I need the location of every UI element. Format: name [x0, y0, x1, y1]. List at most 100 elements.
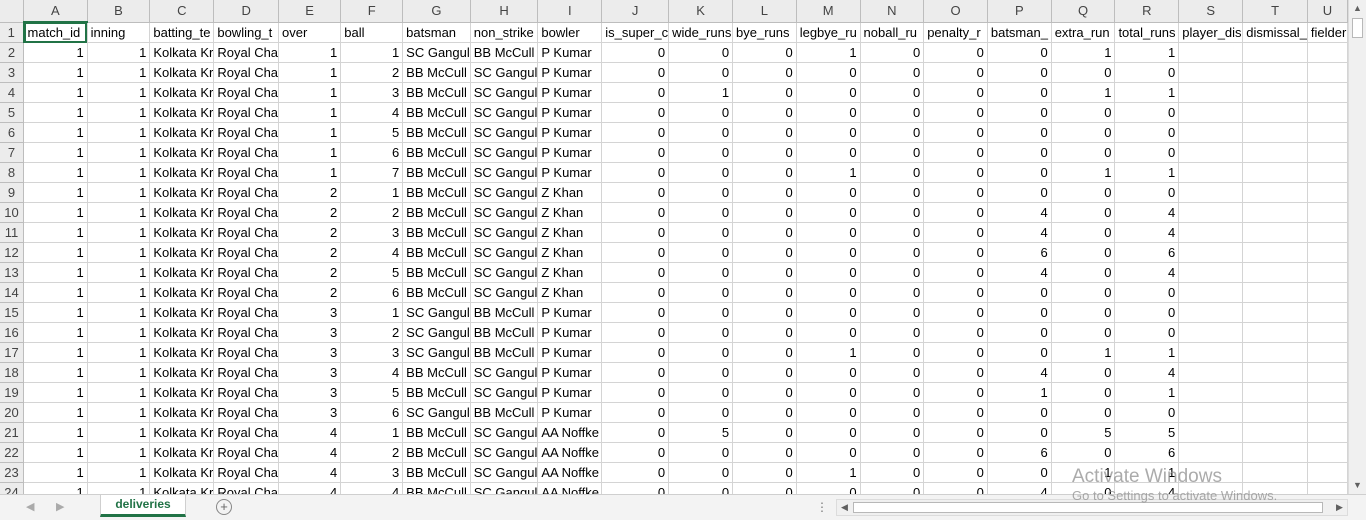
cell[interactable]	[1178, 382, 1244, 403]
cell[interactable]	[1307, 102, 1348, 123]
cell[interactable]: 0	[732, 142, 797, 163]
row-header[interactable]: 2	[0, 42, 25, 63]
cell[interactable]: 0	[860, 402, 925, 423]
cell[interactable]	[1307, 462, 1348, 483]
cell[interactable]: 3	[340, 342, 404, 363]
cell[interactable]: 0	[796, 422, 861, 443]
cell[interactable]: 1	[23, 382, 88, 403]
cell[interactable]: 1	[23, 362, 88, 383]
cell[interactable]	[1242, 162, 1308, 183]
cell[interactable]: BB McCull	[402, 102, 471, 123]
cell[interactable]: 1	[1114, 162, 1180, 183]
cell[interactable]	[1178, 362, 1244, 383]
cell[interactable]	[1307, 362, 1348, 383]
cell[interactable]	[1307, 222, 1348, 243]
cell[interactable]: Z Khan	[537, 182, 603, 203]
column-header-d[interactable]: D	[213, 0, 280, 23]
cell[interactable]: 1	[87, 82, 151, 103]
cell[interactable]: 1	[23, 122, 88, 143]
row-header[interactable]: 20	[0, 402, 25, 423]
cell[interactable]: 0	[732, 202, 797, 223]
cell[interactable]: 3	[278, 342, 342, 363]
cell[interactable]: Royal Cha	[213, 142, 280, 163]
cell[interactable]: 0	[1051, 262, 1116, 283]
cell[interactable]: 0	[732, 362, 797, 383]
cell[interactable]: 1	[87, 262, 151, 283]
cell[interactable]: 0	[796, 142, 861, 163]
cell[interactable]: 0	[601, 142, 670, 163]
cell[interactable]: 1	[87, 242, 151, 263]
cell[interactable]: 0	[796, 102, 861, 123]
cell[interactable]: Royal Cha	[213, 182, 280, 203]
cell[interactable]: 1	[23, 82, 88, 103]
cell[interactable]: 3	[340, 222, 404, 243]
cell[interactable]: 0	[987, 182, 1052, 203]
cell[interactable]: 1	[1051, 342, 1116, 363]
cell[interactable]: 0	[987, 102, 1052, 123]
cell[interactable]: 0	[668, 62, 734, 83]
cell[interactable]: 2	[278, 202, 342, 223]
cell[interactable]: 4	[1114, 222, 1180, 243]
cell[interactable]: BB McCull	[402, 382, 471, 403]
cell[interactable]: 0	[732, 442, 797, 463]
cell[interactable]: P Kumar	[537, 42, 603, 63]
cell[interactable]: 0	[1051, 222, 1116, 243]
cell[interactable]: 0	[1114, 102, 1180, 123]
cell[interactable]: 1	[796, 42, 861, 63]
cell[interactable]: 0	[601, 282, 670, 303]
cell[interactable]: P Kumar	[537, 382, 603, 403]
cell[interactable]: Royal Cha	[213, 222, 280, 243]
cell[interactable]: 0	[668, 342, 734, 363]
cell[interactable]: Kolkata Kr	[149, 122, 215, 143]
cell[interactable]: Royal Cha	[213, 62, 280, 83]
cell[interactable]: 0	[923, 222, 988, 243]
column-header-e[interactable]: E	[278, 0, 342, 23]
cell[interactable]: SC Gangul	[470, 422, 539, 443]
cell[interactable]: 1	[278, 82, 342, 103]
cell[interactable]	[1178, 422, 1244, 443]
cell[interactable]	[1242, 322, 1308, 343]
cell[interactable]: 1	[23, 282, 88, 303]
cell[interactable]: Royal Cha	[213, 442, 280, 463]
row-header[interactable]: 19	[0, 382, 25, 403]
cell[interactable]: 0	[732, 402, 797, 423]
cell[interactable]	[1178, 222, 1244, 243]
cell[interactable]: 1	[87, 182, 151, 203]
cell[interactable]: Royal Cha	[213, 162, 280, 183]
cell[interactable]	[1307, 322, 1348, 343]
row-header[interactable]: 17	[0, 342, 25, 363]
cell[interactable]	[1178, 322, 1244, 343]
cell[interactable]: AA Noffke	[537, 482, 603, 494]
cell[interactable]: 1	[23, 462, 88, 483]
cell[interactable]: 0	[860, 302, 925, 323]
cell[interactable]	[1178, 42, 1244, 63]
cell[interactable]	[1242, 242, 1308, 263]
cell[interactable]: 0	[923, 42, 988, 63]
cell[interactable]	[1242, 442, 1308, 463]
cell[interactable]: Kolkata Kr	[149, 342, 215, 363]
cell[interactable]	[1307, 482, 1348, 494]
cell[interactable]	[1178, 102, 1244, 123]
row-header[interactable]: 22	[0, 442, 25, 463]
cell[interactable]: 1	[87, 462, 151, 483]
cell[interactable]: P Kumar	[537, 102, 603, 123]
cell[interactable]: 0	[601, 362, 670, 383]
cell[interactable]: 0	[860, 242, 925, 263]
cell[interactable]	[1242, 102, 1308, 123]
cell[interactable]: 1	[87, 162, 151, 183]
cell[interactable]: 0	[796, 282, 861, 303]
cell[interactable]: 0	[923, 362, 988, 383]
cell[interactable]: BB McCull	[470, 322, 539, 343]
cell[interactable]: 0	[1051, 402, 1116, 423]
cell[interactable]: 1	[87, 42, 151, 63]
cell[interactable]: 0	[987, 322, 1052, 343]
cell[interactable]: SC Gangul	[470, 362, 539, 383]
cell[interactable]: 0	[860, 262, 925, 283]
cell[interactable]: 0	[601, 482, 670, 494]
cell[interactable]: Kolkata Kr	[149, 442, 215, 463]
header-cell[interactable]: bye_runs	[732, 22, 797, 43]
cell[interactable]: P Kumar	[537, 322, 603, 343]
cell[interactable]: 0	[923, 402, 988, 423]
cell[interactable]: BB McCull	[470, 302, 539, 323]
cell[interactable]: 0	[668, 382, 734, 403]
